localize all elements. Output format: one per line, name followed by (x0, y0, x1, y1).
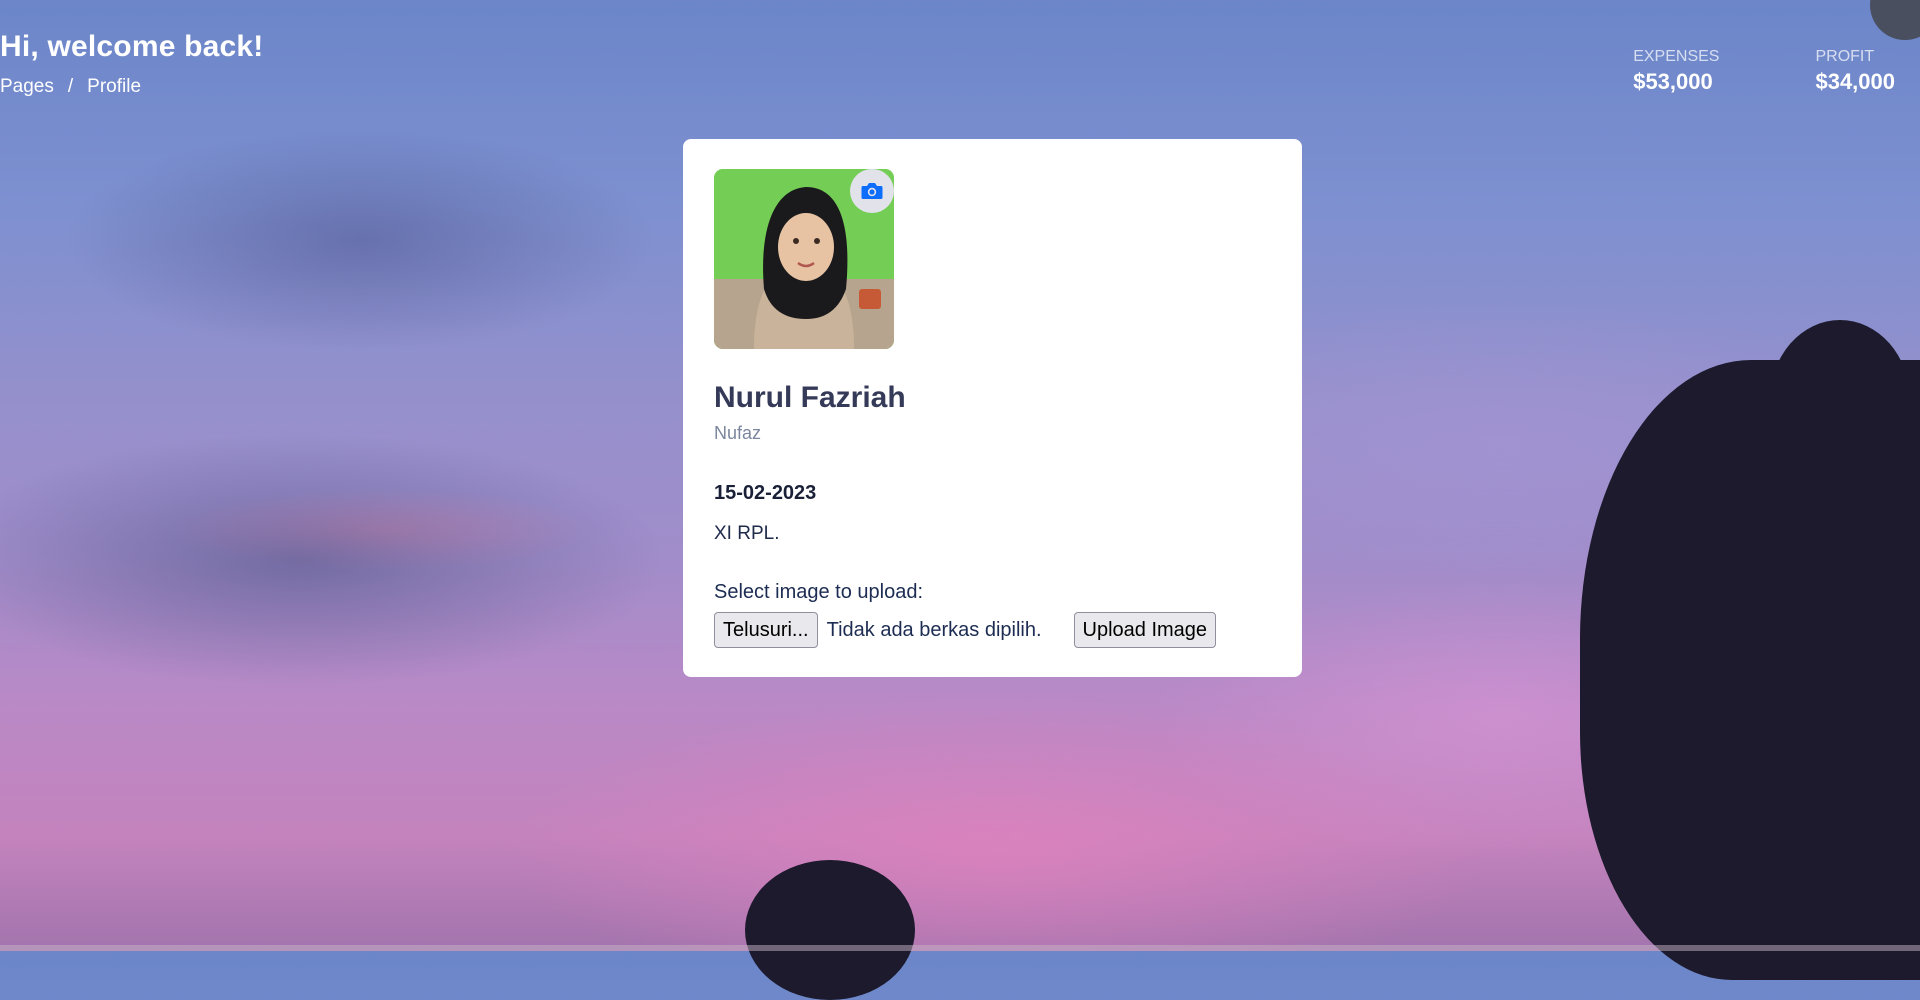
upload-label: Select image to upload: (714, 581, 924, 603)
page-header: Hi, welcome back! Pages / Profile (0, 30, 264, 98)
stats-summary: EXPENSES $53,000 PROFIT $34,000 (1633, 48, 1895, 95)
stat-value: $34,000 (1815, 69, 1895, 94)
breadcrumb-pages-link[interactable]: Pages (0, 76, 54, 98)
upload-image-button[interactable]: Upload Image (1073, 612, 1217, 648)
stat-label: EXPENSES (1633, 48, 1720, 65)
file-status-text: Tidak ada berkas dipilih. (826, 618, 1042, 641)
file-browse-button[interactable]: Telusuri... (714, 612, 818, 648)
horizontal-scrollbar[interactable] (0, 945, 1920, 951)
change-photo-button[interactable] (850, 169, 894, 213)
stat-expenses: EXPENSES $53,000 (1633, 48, 1719, 95)
profile-nickname: Nufaz (714, 423, 762, 443)
camera-icon (861, 183, 883, 199)
profile-class: XI RPL. (714, 523, 780, 544)
breadcrumb-current: Profile (87, 76, 142, 97)
upload-form: Telusuri... Tidak ada berkas dipilih. Up… (714, 612, 1271, 648)
avatar-container (714, 169, 894, 349)
breadcrumb-separator: / (67, 76, 74, 97)
stat-value: $53,000 (1633, 69, 1713, 94)
profile-date: 15-02-2023 (714, 482, 817, 504)
welcome-heading: Hi, welcome back! (0, 30, 264, 63)
profile-name: Nurul Fazriah (714, 381, 906, 414)
profile-card: Nurul Fazriah Nufaz 15-02-2023 XI RPL. S… (683, 139, 1302, 677)
stat-profit: PROFIT $34,000 (1815, 48, 1895, 95)
tree-silhouette-right-top (1770, 320, 1910, 480)
tree-silhouette-center (745, 860, 915, 1000)
tree-silhouette-corner (1870, 0, 1920, 40)
breadcrumb: Pages / Profile (0, 76, 264, 98)
stat-label: PROFIT (1815, 48, 1875, 65)
